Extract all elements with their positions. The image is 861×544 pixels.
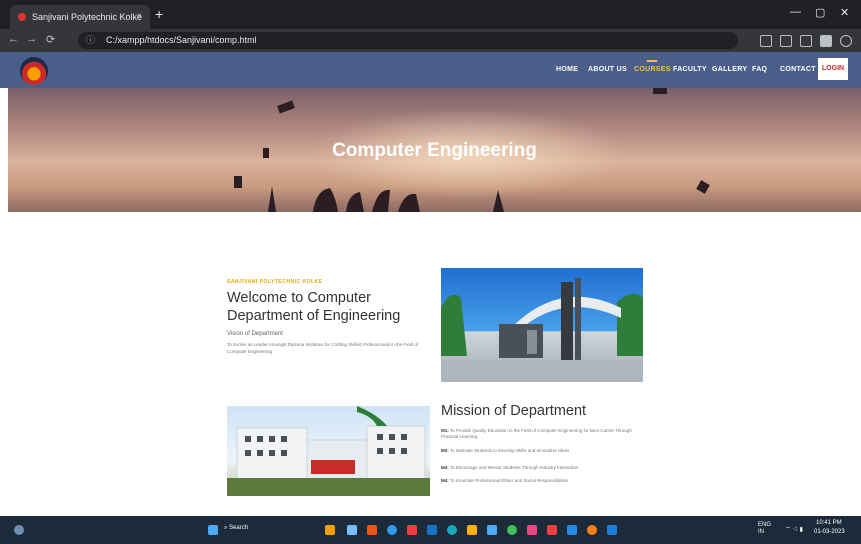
app-icon[interactable] <box>407 525 417 535</box>
edge-icon[interactable] <box>447 525 457 535</box>
close-tab-icon[interactable]: × <box>136 5 142 29</box>
mission-tag: M3: <box>441 465 449 470</box>
address-bar[interactable]: ⓘ C:/xampp/htdocs/Sanjivani/comp.html <box>78 32 738 49</box>
vision-label: Vision of Department <box>227 331 283 337</box>
taskbar-search-label: Search <box>229 525 249 531</box>
search-icon: ⌕ <box>224 525 228 531</box>
nav-about-us[interactable]: ABOUT US <box>588 52 627 88</box>
app-icon[interactable] <box>527 525 537 535</box>
new-tab-button[interactable]: + <box>155 6 163 22</box>
nav-contact[interactable]: CONTACT <box>780 52 816 88</box>
close-window-button[interactable]: ✕ <box>840 6 849 19</box>
whatsapp-icon[interactable] <box>507 525 517 535</box>
store-icon[interactable] <box>487 525 497 535</box>
vision-text: To Evolve as Leader Amongst Diploma Inst… <box>227 342 419 354</box>
address-text[interactable]: C:/xampp/htdocs/Sanjivani/comp.html <box>106 32 257 49</box>
mission-heading: Mission of Department <box>441 403 587 419</box>
extensions-puzzle-icon[interactable] <box>800 35 812 47</box>
weather-icon[interactable] <box>14 525 24 535</box>
mission-item: M2: To Motivate Students to Develop Skil… <box>441 448 641 454</box>
nav-faculty[interactable]: FACULTY <box>673 52 707 88</box>
college-building-image <box>227 406 430 496</box>
info-icon[interactable]: ⓘ <box>86 32 95 49</box>
sidebar-icon[interactable] <box>820 35 832 47</box>
chrome-icon[interactable] <box>387 525 397 535</box>
graduation-cap-icon <box>277 100 295 114</box>
mission-tag: M2: <box>441 448 449 453</box>
mission-tag: M4: <box>441 478 449 483</box>
favicon-icon <box>18 13 26 21</box>
taskbar-search[interactable]: ⌕ Search <box>224 525 248 532</box>
mission-text: To Encourage and Mentor Students Through… <box>449 465 580 470</box>
language-indicator[interactable]: ENG IN <box>758 522 774 536</box>
start-icon[interactable] <box>208 525 218 535</box>
mission-text: To Motivate Students to Develop Skills a… <box>449 448 571 453</box>
app-icon[interactable] <box>427 525 437 535</box>
hero-banner: Computer Engineering <box>8 88 861 212</box>
file-explorer-icon[interactable] <box>467 525 477 535</box>
clock-date[interactable]: 01-03-2023 <box>814 529 845 535</box>
chat-icon[interactable] <box>367 525 377 535</box>
os-taskbar: ⌕ Search ENG IN ⌔ ◁ ▮ 10:41 PM 01-03-202… <box>0 516 861 544</box>
browser-tab-bar: Sanjivani Polytechnic Kolke × + — ▢ ✕ <box>0 0 861 29</box>
campus-gate-image <box>441 268 643 382</box>
mission-item: M4: To Inculcate Professional Ethics and… <box>441 478 641 484</box>
back-icon[interactable]: ← <box>8 33 19 45</box>
reload-icon[interactable]: ⟳ <box>46 33 55 46</box>
mission-item: M3: To Encourage and Mentor Students Thr… <box>441 465 641 471</box>
mission-text: To Provide Quality Education in the Fiel… <box>441 428 632 439</box>
forward-icon[interactable]: → <box>26 33 37 45</box>
minimize-button[interactable]: — <box>790 6 801 18</box>
section-eyebrow: SANJIVANI POLYTECHNIC KOLKE <box>227 279 323 285</box>
browser-tab[interactable]: Sanjivani Polytechnic Kolke × <box>10 5 150 29</box>
app-icon[interactable] <box>607 525 617 535</box>
widgets-icon[interactable] <box>325 525 335 535</box>
maximize-button[interactable]: ▢ <box>815 6 825 19</box>
extension-icon[interactable] <box>760 35 772 47</box>
vscode-icon[interactable] <box>567 525 577 535</box>
mission-text: To Inculcate Professional Ethics and Soc… <box>449 478 570 483</box>
clock-time[interactable]: 10:41 PM <box>816 520 842 526</box>
college-building-illustration <box>227 406 430 496</box>
site-logo[interactable] <box>20 57 48 85</box>
graduation-cap-icon <box>653 88 667 94</box>
profile-icon[interactable] <box>840 35 852 47</box>
app-icon[interactable] <box>587 525 597 535</box>
nav-courses[interactable]: COURSES <box>634 52 671 88</box>
nav-home[interactable]: HOME <box>556 52 578 88</box>
nav-gallery[interactable]: GALLERY <box>712 52 747 88</box>
task-view-icon[interactable] <box>347 525 357 535</box>
network-volume-icons[interactable]: ⌔ ◁ ▮ <box>785 525 803 533</box>
browser-toolbar: ← → ⟳ ⓘ C:/xampp/htdocs/Sanjivani/comp.h… <box>0 29 861 52</box>
mission-item: M1: To Provide Quality Education in the … <box>441 428 641 440</box>
campus-gate-illustration <box>441 278 643 382</box>
graduates-silhouette <box>268 186 504 212</box>
login-button[interactable]: LOGIN <box>818 58 848 80</box>
site-navbar: HOME ABOUT US COURSES FACULTY GALLERY FA… <box>0 52 861 88</box>
hero-title: Computer Engineering <box>332 140 537 161</box>
welcome-heading: Welcome to Computer Department of Engine… <box>227 290 401 324</box>
nav-faq[interactable]: FAQ <box>752 52 767 88</box>
bookmark-icon[interactable] <box>780 35 792 47</box>
app-icon[interactable] <box>547 525 557 535</box>
mission-tag: M1: <box>441 428 449 433</box>
tab-title: Sanjivani Polytechnic Kolke <box>32 12 143 22</box>
graduation-cap-icon <box>696 180 710 194</box>
